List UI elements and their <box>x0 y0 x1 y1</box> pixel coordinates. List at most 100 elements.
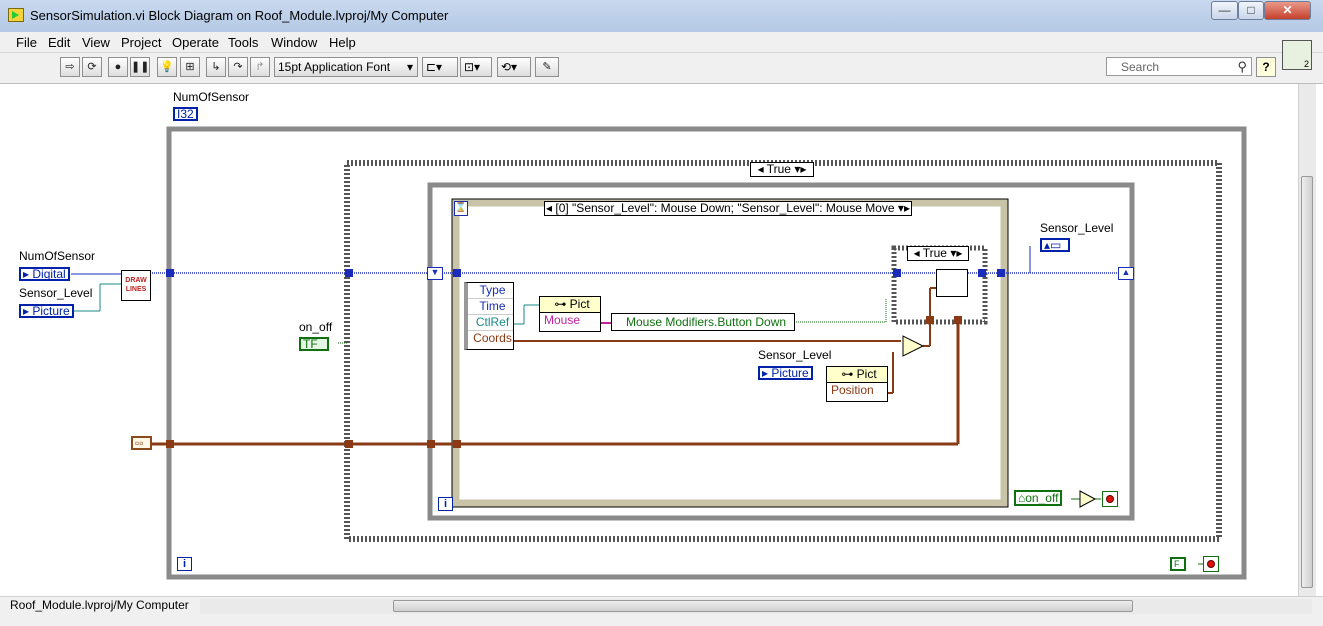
vertical-scrollbar[interactable] <box>1298 84 1316 596</box>
tunnel <box>954 316 962 324</box>
tunnel <box>453 269 461 277</box>
sensor-level-inner-reference[interactable]: ▸ Picture <box>758 366 813 380</box>
labview-app-icon <box>8 8 24 22</box>
chevron-down-icon: ▾ <box>406 60 413 74</box>
menu-edit[interactable]: Edit <box>48 35 70 50</box>
event-case-selector[interactable]: ◂ [0] "Sensor_Level": Mouse Down; "Senso… <box>544 201 912 216</box>
event-timeout-icon[interactable]: ⌛ <box>454 201 468 216</box>
unbundle-mouse-modifiers[interactable]: Mouse Modifiers.Button Down <box>611 313 795 331</box>
horizontal-scrollbar[interactable] <box>200 599 1312 614</box>
search-icon[interactable]: ⚲ <box>1237 59 1247 75</box>
event-data-node[interactable]: Type Time CtlRef Coords <box>464 282 514 350</box>
event-data-coords: Coords <box>473 331 512 345</box>
menu-operate[interactable]: Operate <box>172 35 219 50</box>
sensor-level-indicator[interactable]: ▴▭ <box>1040 238 1070 252</box>
inner-loop-iteration-terminal: i <box>438 497 453 511</box>
pict-node-1-property: Mouse <box>544 313 581 327</box>
minimize-button[interactable]: — <box>1211 1 1238 20</box>
step-over-icon[interactable]: ↷ <box>228 57 248 77</box>
sensor-level-ref-text: Picture <box>32 304 70 318</box>
block-diagram[interactable]: NumOfSensor I32 NumOfSensor ▸ Digital Se… <box>8 84 1298 596</box>
event-data-type: Type <box>468 283 513 299</box>
numofsensor-ref-text: Digital <box>32 267 66 281</box>
numofsensor-top-label: NumOfSensor <box>173 90 250 104</box>
tunnel <box>427 440 435 448</box>
pict-node-1-class: Pict <box>569 297 590 311</box>
context-help-button[interactable]: ? <box>1256 57 1276 77</box>
font-select-value: 15pt Application Font <box>278 60 391 74</box>
sensor-level-right-label: Sensor_Level <box>1040 221 1114 235</box>
on-off-label: on_off <box>299 320 333 334</box>
menu-project[interactable]: Project <box>121 35 161 50</box>
event-case-value: [0] "Sensor_Level": Mouse Down; "Sensor_… <box>555 201 895 215</box>
align-objects-icon[interactable]: ⊏▾ <box>422 57 458 77</box>
tunnel <box>926 316 934 324</box>
numofsensor-left-label: NumOfSensor <box>19 249 96 263</box>
not-function <box>1079 490 1097 508</box>
numofsensor-reference[interactable]: ▸ Digital <box>19 267 70 281</box>
pause-icon[interactable]: ❚❚ <box>130 57 150 77</box>
outer-stop-terminal[interactable] <box>1203 556 1219 572</box>
tunnel <box>453 440 461 448</box>
close-button[interactable]: ✕ <box>1264 1 1311 20</box>
search-input[interactable] <box>1109 59 1231 74</box>
maximize-button[interactable]: □ <box>1238 1 1264 20</box>
tunnel <box>166 269 174 277</box>
outer-case-selector[interactable]: ◂ True ▾▸ <box>750 162 814 177</box>
on-off-terminal[interactable]: TF <box>299 337 329 351</box>
vi-icon[interactable]: 2 <box>1282 40 1312 70</box>
pict-property-node-position[interactable]: ⊶ Pict Position <box>826 366 888 402</box>
run-continuously-icon[interactable]: ⟳ <box>82 57 102 77</box>
sensor-level-left-label: Sensor_Level <box>19 286 93 300</box>
retain-wire-values-icon[interactable]: ⊞ <box>180 57 200 77</box>
run-arrow-icon[interactable]: ⇨ <box>60 57 80 77</box>
inner-stop-terminal[interactable] <box>1102 491 1118 507</box>
diagram-wires <box>71 126 1247 580</box>
tunnel <box>166 440 174 448</box>
pict-node-2-header: ⊶ Pict <box>827 367 887 383</box>
horizontal-scroll-thumb[interactable] <box>393 600 1133 612</box>
pict-property-node-mouse[interactable]: ⊶ Pict Mouse <box>539 296 601 332</box>
menu-help[interactable]: Help <box>329 35 356 50</box>
inner-case-selector[interactable]: ◂ True ▾▸ <box>907 246 969 261</box>
pict-node-2-class: Pict <box>856 367 877 381</box>
search-box[interactable]: ⚲ <box>1106 57 1252 76</box>
highlight-execution-icon[interactable]: 💡 <box>157 57 177 77</box>
menu-tools[interactable]: Tools <box>228 35 258 50</box>
position-cluster-constant[interactable]: ▫▫ <box>131 436 152 450</box>
vertical-scroll-thumb[interactable] <box>1301 176 1313 588</box>
menu-window[interactable]: Window <box>271 35 317 50</box>
draw-lines-subvi[interactable]: DRAW LINES <box>121 270 151 301</box>
numofsensor-top-terminal[interactable]: I32 <box>173 107 198 121</box>
shift-register-left[interactable]: ▼ <box>427 267 443 280</box>
sensor-level-reference[interactable]: ▸ Picture <box>19 304 74 318</box>
on-off-local-text: on_off <box>1025 491 1059 505</box>
distribute-objects-icon[interactable]: ⊡▾ <box>460 57 492 77</box>
step-out-icon[interactable]: ↱ <box>250 57 270 77</box>
menu-file[interactable]: File <box>16 35 37 50</box>
clean-up-diagram-icon[interactable]: ✎ <box>535 57 559 77</box>
sensor-level-inner-label: Sensor_Level <box>758 348 832 362</box>
less-than-function <box>902 335 925 357</box>
event-data-ctlref: CtlRef <box>468 315 513 331</box>
connector-pane-count: 2 <box>1303 59 1309 69</box>
application-instance-label[interactable]: Roof_Module.lvproj/My Computer <box>10 598 189 612</box>
event-data-time: Time <box>468 299 513 315</box>
shift-register-right[interactable]: ▲ <box>1118 267 1134 280</box>
step-into-icon[interactable]: ↳ <box>206 57 226 77</box>
tunnel <box>997 269 1005 277</box>
reorder-icon[interactable]: ⟲▾ <box>497 57 531 77</box>
tunnel <box>893 269 901 277</box>
false-constant[interactable]: F <box>1170 557 1186 571</box>
outer-case-value: True <box>766 162 791 176</box>
inner-case-value: True <box>922 246 947 260</box>
outer-loop-iteration-terminal: i <box>177 557 192 571</box>
tunnel <box>978 269 986 277</box>
pict-node-2-property: Position <box>831 383 874 397</box>
menu-view[interactable]: View <box>82 35 110 50</box>
on-off-local-variable[interactable]: ⌂on_off <box>1014 490 1063 506</box>
font-select[interactable]: 15pt Application Font ▾ <box>274 57 418 77</box>
pict-node-1-header: ⊶ Pict <box>540 297 600 313</box>
draw-point-subvi[interactable] <box>936 269 968 297</box>
abort-icon[interactable]: ● <box>108 57 128 77</box>
